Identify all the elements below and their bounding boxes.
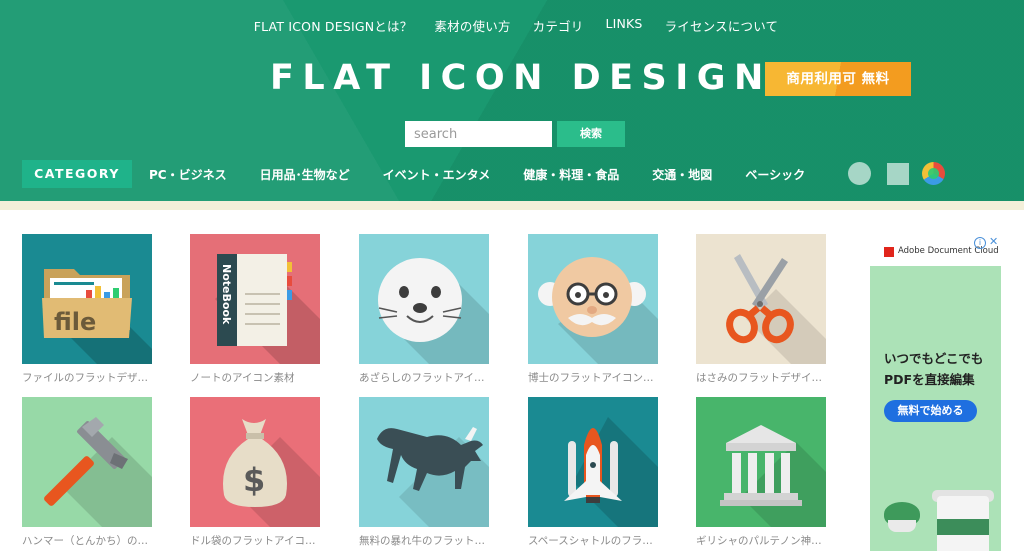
cup-band-image <box>937 519 989 535</box>
bull-icon[interactable] <box>359 397 489 527</box>
icon-caption[interactable]: ファイルのフラットデザ… <box>22 370 162 385</box>
color-style-icon[interactable] <box>922 162 945 185</box>
ad-cta-button[interactable]: 無料で始める <box>884 400 977 422</box>
icon-card-space-shuttle[interactable]: スペースシャトルのフラ… <box>528 397 658 548</box>
icon-caption[interactable]: あざらしのフラットアイ… <box>359 370 499 385</box>
nav-about[interactable]: FLAT ICON DESIGNとは？ <box>254 16 413 35</box>
icon-card-file[interactable]: file ファイルのフラットデザ… <box>22 234 152 385</box>
ad-headline: いつでもどこでも PDFを直接編集 <box>884 351 984 387</box>
scissors-icon[interactable] <box>696 234 826 364</box>
category-basic[interactable]: ベーシック <box>745 166 805 183</box>
category-transport-map[interactable]: 交通・地図 <box>652 166 712 183</box>
category-events[interactable]: イベント・エンタメ <box>383 166 491 183</box>
site-header: FLAT ICON DESIGNとは？ 素材の使い方 カテゴリ LINKS ライ… <box>0 0 1024 201</box>
icon-caption[interactable]: ノートのアイコン素材 <box>190 370 330 385</box>
site-logo[interactable]: FLAT ICON DESIGN <box>270 58 772 98</box>
free-commercial-badge: 商用利用可 無料 <box>765 62 911 96</box>
money-bag-icon[interactable]: $ <box>190 397 320 527</box>
icon-card-scissors[interactable]: はさみのフラットデザイ… <box>696 234 826 385</box>
icon-caption[interactable]: スペースシャトルのフラ… <box>528 533 668 548</box>
file-folder-icon[interactable]: file <box>22 234 152 364</box>
icon-card-money-bag[interactable]: $ ドル袋のフラットアイコ… <box>190 397 320 548</box>
nav-links[interactable]: LINKS <box>605 16 642 35</box>
category-daily-goods[interactable]: 日用品･生物など <box>260 166 350 183</box>
icon-card-hammer[interactable]: ハンマー（とんかち）の… <box>22 397 152 548</box>
parthenon-icon[interactable] <box>696 397 826 527</box>
header-divider <box>0 201 1024 210</box>
adobe-logo-icon <box>884 247 894 257</box>
file-icon-label: file <box>54 308 96 336</box>
icon-caption[interactable]: ドル袋のフラットアイコ… <box>190 533 330 548</box>
circle-style-icon[interactable] <box>848 162 871 185</box>
category-pc-business[interactable]: PC・ビジネス <box>149 166 227 183</box>
professor-icon[interactable] <box>528 234 658 364</box>
notebook-icon-label: NoteBook <box>220 264 233 325</box>
ad-info-icon[interactable]: i <box>974 237 986 249</box>
top-nav: FLAT ICON DESIGNとは？ 素材の使い方 カテゴリ LINKS ライ… <box>0 16 1024 35</box>
pot-image <box>888 520 916 532</box>
category-nav: CATEGORY PC・ビジネス 日用品･生物など イベント・エンタメ 健康・料… <box>22 160 805 188</box>
nav-usage[interactable]: 素材の使い方 <box>434 16 510 35</box>
icon-caption[interactable]: ギリシャのパルテノン神… <box>696 533 836 548</box>
icon-caption[interactable]: 博士のフラットアイコン… <box>528 370 668 385</box>
nav-license[interactable]: ライセンスについて <box>665 16 779 35</box>
notebook-icon[interactable]: NoteBook <box>190 234 320 364</box>
icon-card-seal[interactable]: あざらしのフラットアイ… <box>359 234 489 385</box>
category-health-food[interactable]: 健康・料理・食品 <box>523 166 619 183</box>
category-label[interactable]: CATEGORY <box>22 160 132 188</box>
square-style-icon[interactable] <box>887 163 909 185</box>
icon-card-parthenon[interactable]: ギリシャのパルテノン神… <box>696 397 826 548</box>
icon-card-bull[interactable]: 無料の暴れ牛のフラット… <box>359 397 489 548</box>
space-shuttle-icon[interactable] <box>528 397 658 527</box>
seal-icon[interactable] <box>359 234 489 364</box>
search-button[interactable]: 検索 <box>557 121 625 147</box>
nav-category[interactable]: カテゴリ <box>533 16 584 35</box>
icon-card-notebook[interactable]: NoteBook ノートのアイコン素材 <box>190 234 320 385</box>
hammer-icon[interactable] <box>22 397 152 527</box>
icon-card-professor[interactable]: 博士のフラットアイコン… <box>528 234 658 385</box>
search-input[interactable] <box>405 121 552 147</box>
icon-caption[interactable]: はさみのフラットデザイ… <box>696 370 836 385</box>
ad-close-icon[interactable]: ✕ <box>989 235 998 248</box>
dollar-sign-text: $ <box>243 461 265 499</box>
ad-banner[interactable]: Adobe Document Cloud i ✕ いつでもどこでも PDFを直接… <box>870 234 1001 551</box>
icon-caption[interactable]: 無料の暴れ牛のフラット… <box>359 533 499 548</box>
icon-caption[interactable]: ハンマー（とんかち）の… <box>22 533 162 548</box>
